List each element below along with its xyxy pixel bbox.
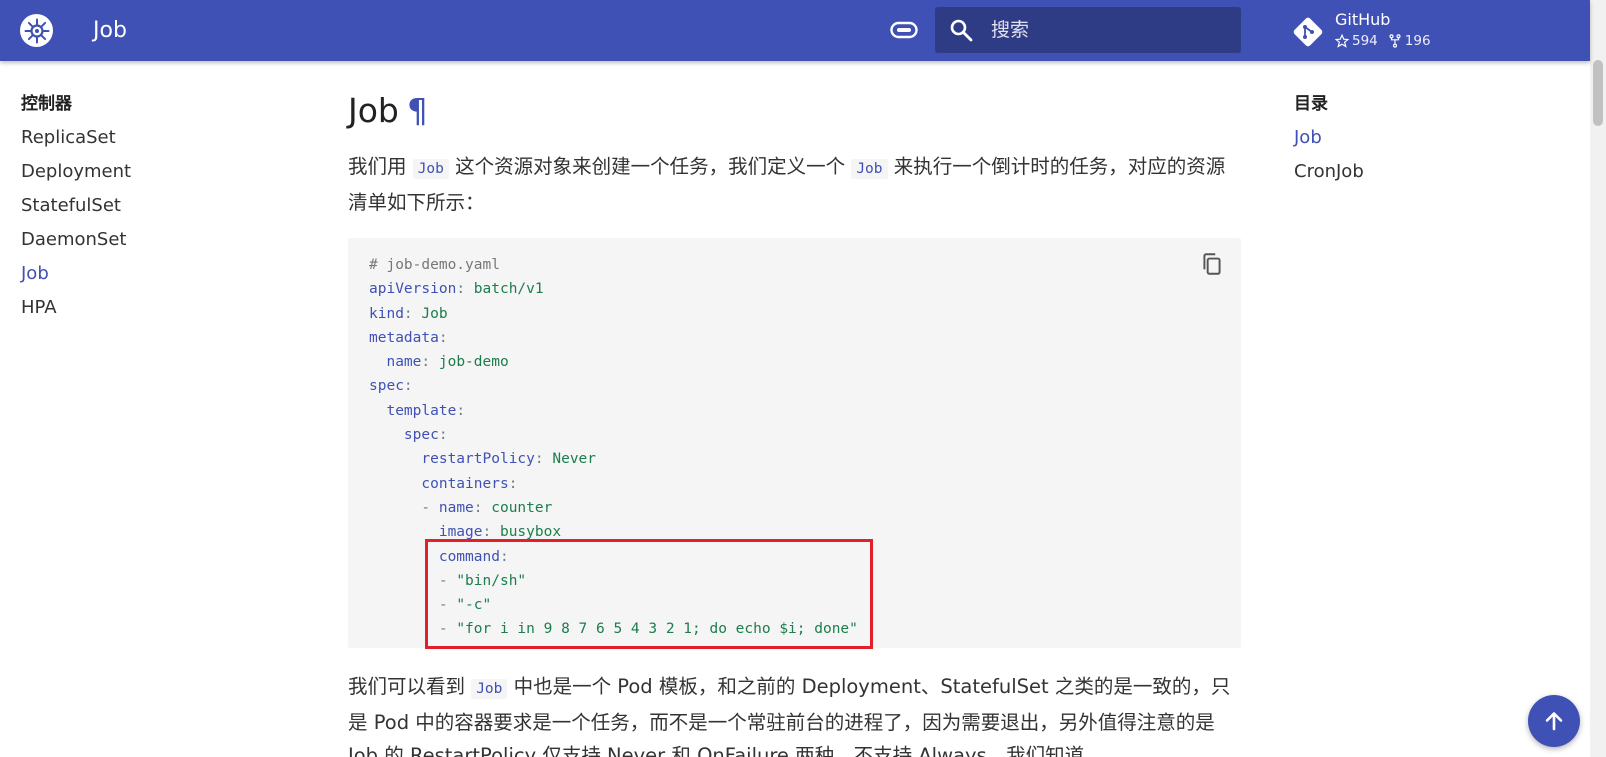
primary-sidebar: 控制器 ReplicaSet Deployment StatefulSet Da… — [21, 92, 281, 330]
code-colon: : — [482, 524, 492, 541]
code-colon: : — [473, 499, 483, 516]
sidebar-item-daemonset[interactable]: DaemonSet — [21, 228, 281, 262]
inline-code: Job — [851, 159, 888, 179]
table-of-contents: 目录 Job CronJob — [1294, 92, 1514, 194]
code-key: containers — [421, 475, 509, 492]
repo-stars: 594 — [1352, 33, 1378, 49]
sidebar-title: 控制器 — [21, 94, 72, 114]
arrow-up-icon — [1545, 712, 1563, 731]
code-line: - name: counter — [369, 496, 858, 520]
page-title: Job ¶ — [348, 88, 1241, 136]
code-block: # job-demo.yaml apiVersion: batch/v1 kind:… — [348, 238, 1241, 649]
code-key: template — [386, 402, 457, 419]
code-comment: # job-demo.yaml — [369, 257, 500, 273]
code-line: template: — [369, 399, 858, 423]
code-line: spec: — [369, 374, 858, 398]
intro-paragraph: 我们用 Job 这个资源对象来创建一个任务，我们定义一个 Job 来执行一个倒计… — [348, 150, 1241, 219]
code-line: containers: — [369, 472, 858, 496]
code-line: name: job-demo — [369, 350, 858, 374]
toggle-switch-icon — [890, 21, 918, 39]
inline-code: Job — [471, 679, 508, 699]
back-to-top-button[interactable] — [1528, 695, 1580, 747]
code-key: apiVersion — [369, 281, 457, 298]
repo-facts: 594 196 — [1335, 33, 1441, 49]
code-value: busybox — [491, 524, 562, 541]
search-input[interactable] — [991, 7, 1231, 53]
code-line: # job-demo.yaml — [369, 253, 858, 277]
code-key: name — [386, 354, 422, 371]
code-value: Job — [412, 305, 448, 322]
code-key: metadata — [369, 329, 439, 346]
site-logo[interactable] — [20, 14, 53, 47]
inline-code: Job — [412, 159, 449, 179]
code-colon: : — [403, 378, 413, 395]
sidebar-item-job[interactable]: Job — [21, 262, 281, 296]
code-key: spec — [403, 427, 439, 444]
code-colon: : — [456, 281, 466, 298]
search-box[interactable] — [935, 7, 1241, 53]
code-value: Never — [543, 451, 597, 468]
code-dash: - — [421, 499, 439, 516]
toc-title: 目录 — [1294, 94, 1328, 114]
repo-forks: 196 — [1404, 33, 1431, 49]
code-colon: : — [534, 451, 544, 468]
toc-item-cronjob[interactable]: CronJob — [1294, 160, 1514, 194]
sidebar-item-deployment[interactable]: Deployment — [21, 160, 281, 194]
code-line: metadata: — [369, 326, 858, 350]
repo-name: GitHub — [1335, 10, 1391, 29]
page-scrollbar[interactable] — [1590, 0, 1606, 757]
git-icon — [1293, 17, 1323, 47]
code-value: job-demo — [430, 354, 509, 371]
intro-text-1: 我们用 — [348, 155, 413, 178]
code-key: restartPolicy — [421, 451, 535, 468]
search-icon[interactable] — [949, 18, 973, 42]
code-line: spec: — [369, 423, 858, 447]
site-title: Job — [93, 18, 127, 43]
code-colon: : — [438, 329, 448, 346]
highlight-annotation-box — [425, 539, 873, 649]
helm-wheel-icon — [24, 18, 49, 43]
code-key: kind — [369, 305, 404, 322]
code-colon: : — [421, 354, 431, 371]
code-line: apiVersion: batch/v1 — [369, 277, 858, 301]
star-icon — [1335, 34, 1349, 48]
code-key: spec — [369, 378, 404, 395]
code-key: image — [438, 524, 483, 541]
copy-icon[interactable] — [1199, 251, 1225, 277]
code-key: name — [438, 499, 474, 516]
intro-text-2: 这个资源对象来创建一个任务，我们定义一个 — [448, 155, 852, 178]
after-text-1: 我们可以看到 — [348, 675, 472, 698]
github-repo-link[interactable]: GitHub 594 196 — [1292, 10, 1452, 54]
code-value: counter — [482, 499, 553, 516]
scrollbar-thumb[interactable] — [1593, 60, 1603, 126]
article-content: Job ¶ 我们用 Job 这个资源对象来创建一个任务，我们定义一个 Job 来执… — [348, 88, 1241, 757]
permalink-anchor[interactable]: ¶ — [407, 91, 428, 130]
sidebar-item-hpa[interactable]: HPA — [21, 296, 281, 330]
sidebar-item-replicaset[interactable]: ReplicaSet — [21, 126, 281, 160]
top-header: Job GitHub 594 — [0, 0, 1590, 61]
page-title-text: Job — [348, 91, 399, 130]
fork-icon — [1389, 34, 1401, 48]
explanation-paragraph: 我们可以看到 Job 中也是一个 Pod 模板，和之前的 Deployment、… — [348, 670, 1241, 757]
sidebar-item-statefulset[interactable]: StatefulSet — [21, 194, 281, 228]
code-line: kind: Job — [369, 302, 858, 326]
code-value: batch/v1 — [465, 281, 544, 298]
code-colon: : — [438, 427, 448, 444]
code-colon: : — [456, 402, 466, 419]
code-line: restartPolicy: Never — [369, 447, 858, 471]
code-colon: : — [403, 305, 413, 322]
toc-item-job[interactable]: Job — [1294, 126, 1514, 160]
code-colon: : — [508, 475, 518, 492]
color-palette-toggle[interactable] — [888, 17, 920, 43]
